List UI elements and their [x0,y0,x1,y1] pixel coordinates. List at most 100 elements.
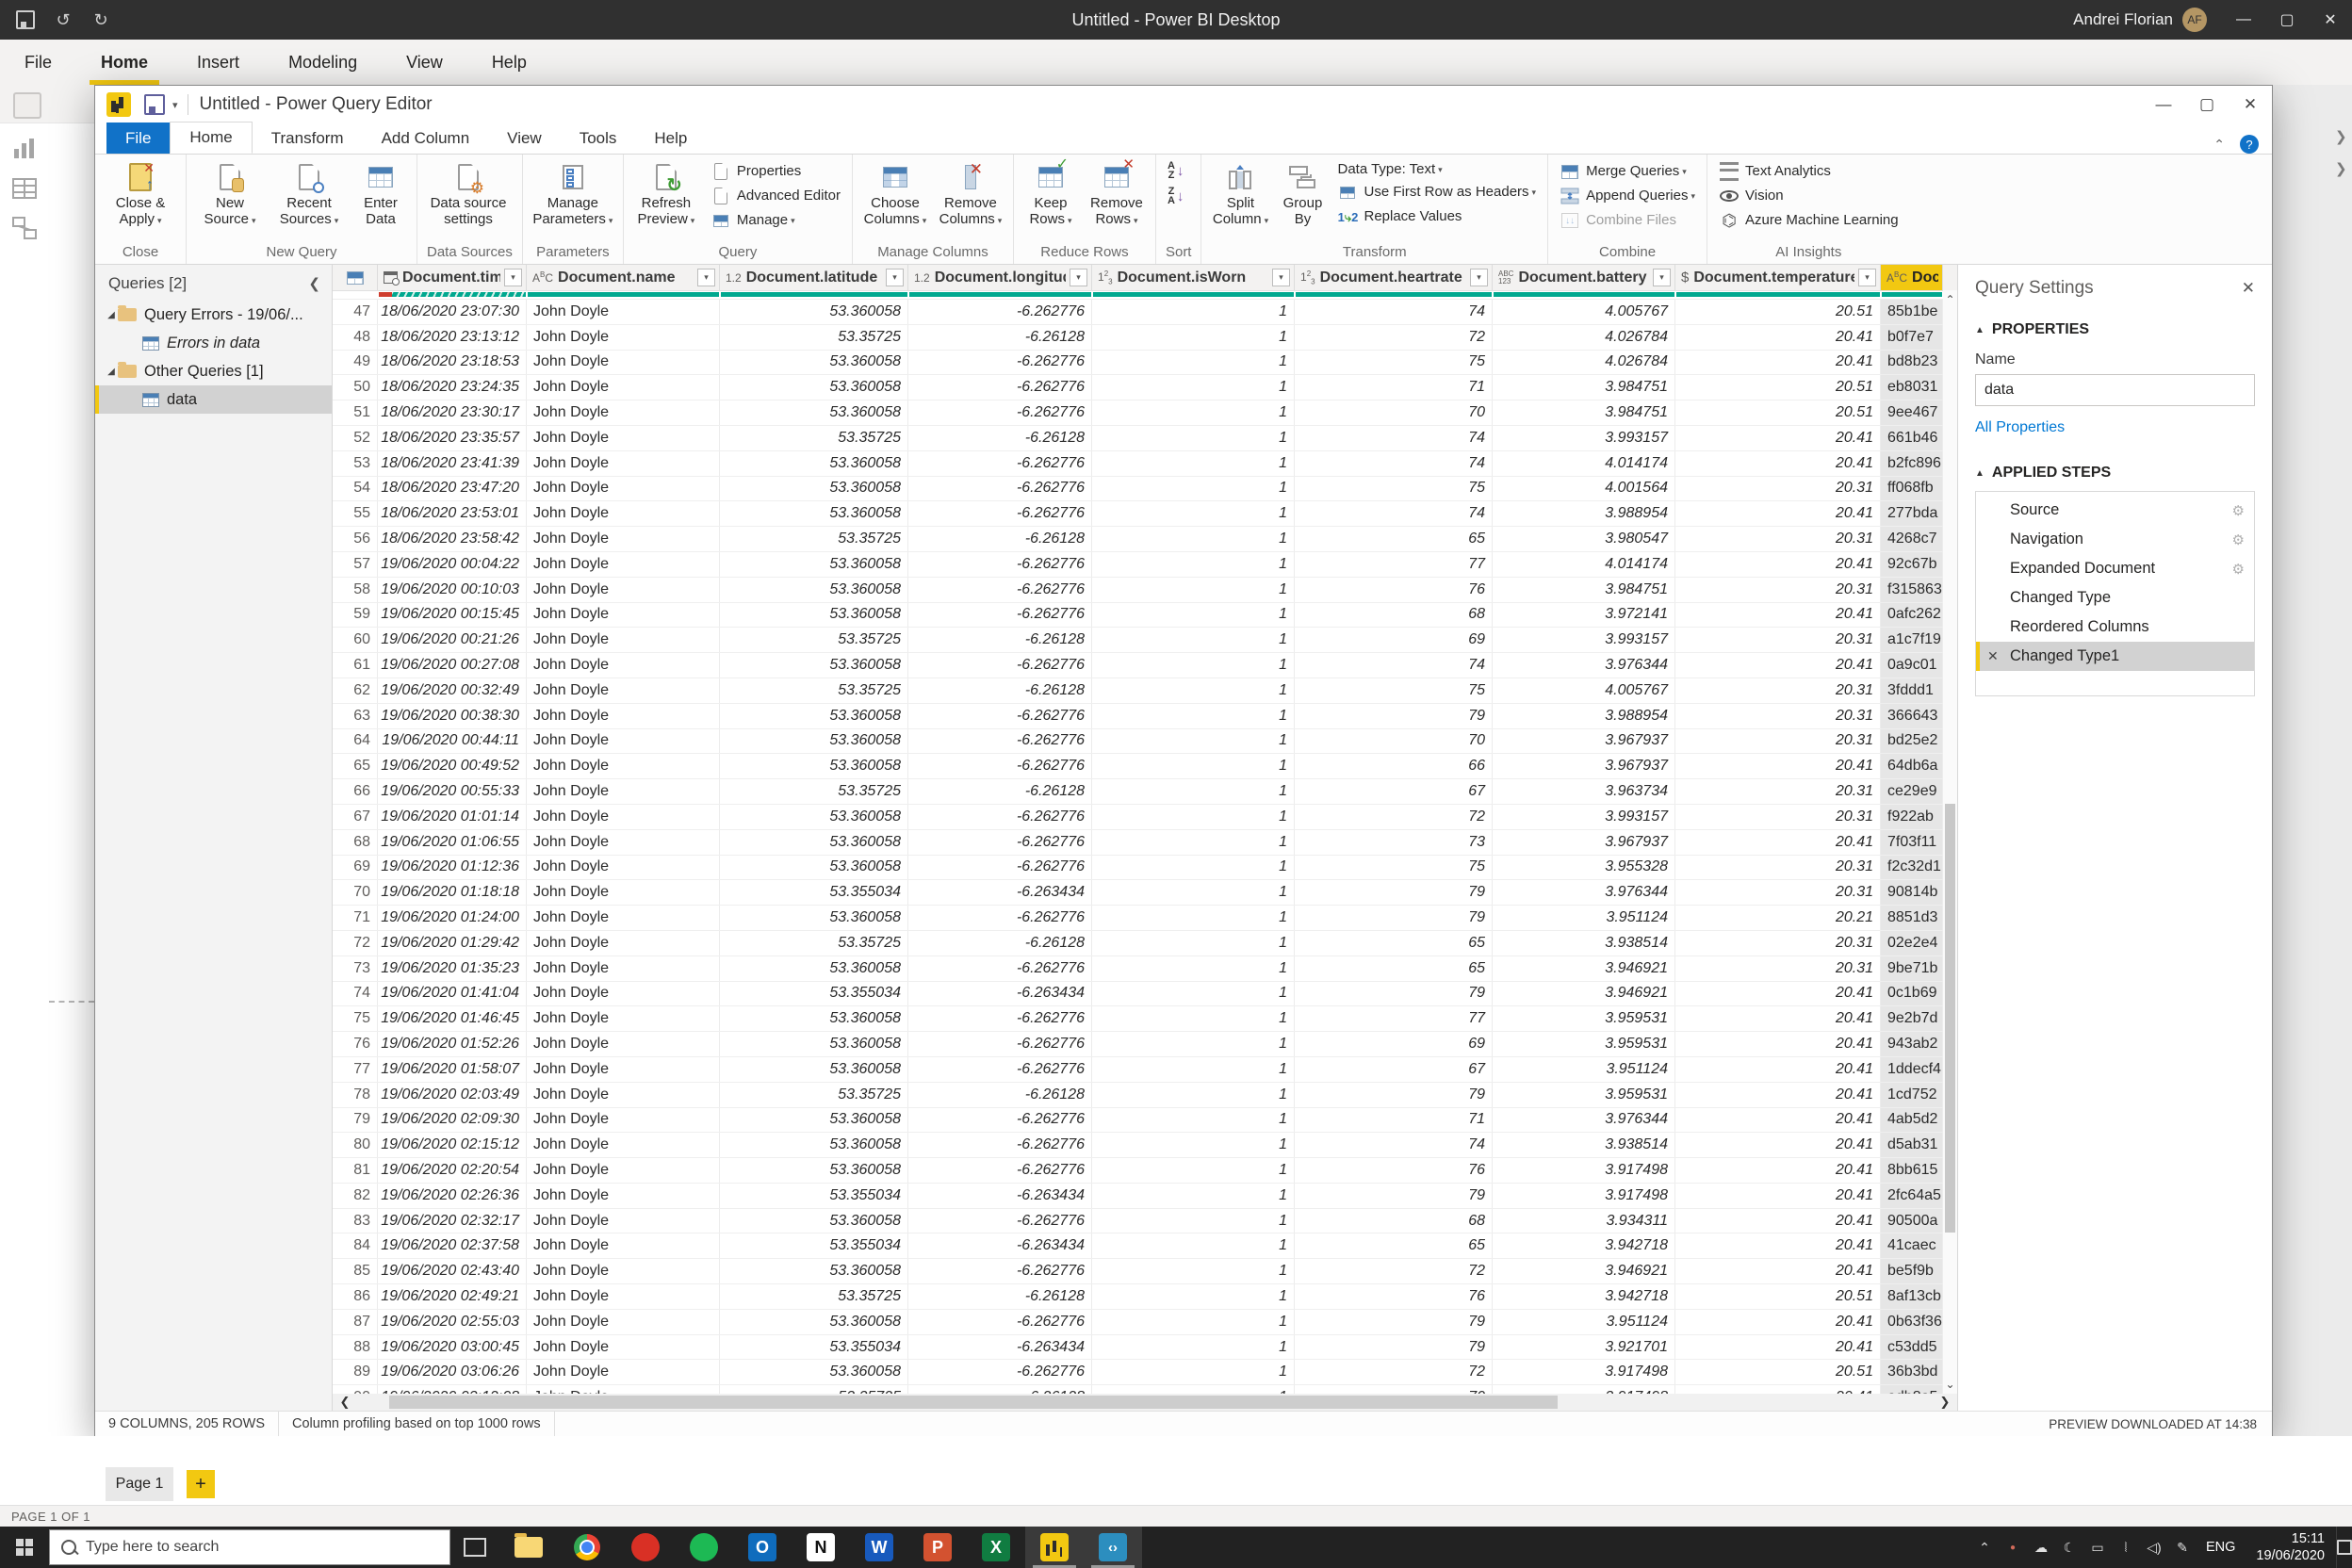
table-cell[interactable]: 76 [1295,578,1493,602]
table-cell[interactable]: -6.26128 [908,527,1092,551]
taskbar-app-excel[interactable]: X [967,1527,1025,1568]
table-cell[interactable]: 53.360058 [720,552,908,577]
table-cell[interactable]: John Doyle [527,1385,720,1394]
table-cell[interactable]: 20.41 [1675,501,1881,526]
menu-help[interactable]: Help [467,40,551,85]
table-cell[interactable]: 20.41 [1675,1233,1881,1258]
table-cell[interactable]: 19/06/2020 01:41:04 [378,982,527,1006]
table-cell[interactable]: 277bda [1881,501,1943,526]
table-cell[interactable]: John Doyle [527,375,720,400]
row-number[interactable]: 82 [333,1184,378,1208]
table-cell[interactable]: 1 [1092,1057,1295,1082]
table-cell[interactable]: 20.31 [1675,477,1881,501]
properties-button[interactable]: Properties [705,160,846,183]
table-cell[interactable]: John Doyle [527,628,720,652]
row-number[interactable]: 53 [333,451,378,476]
replace-values-button[interactable]: 1⤷2 Replace Values [1331,206,1542,229]
table-cell[interactable]: 661b46 [1881,426,1943,450]
table-cell[interactable]: 53.360058 [720,1259,908,1283]
tray-network-icon[interactable]: ⦚ [2112,1527,2140,1568]
taskbar-app-file-explorer[interactable] [499,1527,558,1568]
table-cell[interactable]: d5ab31 [1881,1133,1943,1157]
table-cell[interactable]: 4.014174 [1493,451,1675,476]
table-cell[interactable]: -6.262776 [908,400,1092,425]
table-cell[interactable]: 18/06/2020 23:35:57 [378,426,527,450]
table-cell[interactable]: John Doyle [527,779,720,804]
table-cell[interactable]: 3fddd1 [1881,678,1943,703]
table-cell[interactable]: -6.262776 [908,1006,1092,1031]
table-cell[interactable]: 53.360058 [720,754,908,778]
table-cell[interactable]: 3.938514 [1493,1133,1675,1157]
table-cell[interactable]: 18/06/2020 23:58:42 [378,527,527,551]
table-cell[interactable]: 20.41 [1675,1335,1881,1360]
table-cell[interactable]: -6.26128 [908,426,1092,450]
table-cell[interactable]: -6.262776 [908,1259,1092,1283]
table-cell[interactable]: 1cd752 [1881,1083,1943,1107]
table-cell[interactable]: 8851d3 [1881,906,1943,930]
whole-number-type-icon[interactable]: 123 [1098,270,1113,286]
table-cell[interactable]: 19/06/2020 00:21:26 [378,628,527,652]
table-cell[interactable]: 1 [1092,1259,1295,1283]
table-cell[interactable]: 53.360058 [720,653,908,678]
refresh-preview-button[interactable]: ↻ Refresh Preview▾ [629,158,703,231]
step-settings-gear-icon[interactable]: ⚙ [2232,502,2245,519]
table-cell[interactable]: 1 [1092,982,1295,1006]
table-cell[interactable]: 20.31 [1675,527,1881,551]
table-cell[interactable]: John Doyle [527,830,720,855]
table-cell[interactable]: 19/06/2020 01:35:23 [378,956,527,981]
table-cell[interactable]: -6.262776 [908,477,1092,501]
column-header-Docum[interactable]: ABCDocum [1881,265,1943,290]
menu-modeling[interactable]: Modeling [264,40,382,85]
table-cell[interactable]: 0a9c01 [1881,653,1943,678]
table-cell[interactable]: -6.262776 [908,1209,1092,1233]
table-cell[interactable]: 3.917498 [1493,1360,1675,1384]
taskbar-app-vscode[interactable]: ‹› [1084,1527,1142,1568]
report-view-icon[interactable] [12,138,37,160]
table-cell[interactable]: John Doyle [527,678,720,703]
table-cell[interactable]: 1 [1092,375,1295,400]
row-number[interactable]: 88 [333,1335,378,1360]
table-cell[interactable]: 19/06/2020 01:24:00 [378,906,527,930]
table-cell[interactable]: 3.993157 [1493,805,1675,829]
table-cell[interactable]: -6.262776 [908,578,1092,602]
all-properties-link[interactable]: All Properties [1975,419,2255,436]
table-cell[interactable]: 3.959531 [1493,1032,1675,1056]
table-cell[interactable]: -6.262776 [908,351,1092,375]
table-cell[interactable]: 53.360058 [720,477,908,501]
table-cell[interactable]: 75 [1295,351,1493,375]
table-cell[interactable]: 1 [1092,628,1295,652]
table-cell[interactable]: 1 [1092,1006,1295,1031]
table-cell[interactable]: John Doyle [527,300,720,324]
table-cell[interactable]: 18/06/2020 23:24:35 [378,375,527,400]
filter-dropdown-icon[interactable]: ▾ [1272,269,1290,286]
table-cell[interactable]: John Doyle [527,982,720,1006]
filter-dropdown-icon[interactable]: ▾ [1858,269,1876,286]
pq-minimize-button[interactable]: — [2142,86,2185,123]
remove-rows-button[interactable]: ✕ Remove Rows▾ [1084,158,1150,231]
table-cell[interactable]: 90814b [1881,880,1943,905]
table-cell[interactable]: 65 [1295,956,1493,981]
query-group-item[interactable]: ◢Query Errors - 19/06/... [95,301,332,329]
table-cell[interactable]: -6.262776 [908,805,1092,829]
table-cell[interactable]: John Doyle [527,1133,720,1157]
table-cell[interactable]: -6.262776 [908,1310,1092,1334]
table-cell[interactable]: 1 [1092,603,1295,628]
row-number[interactable]: 68 [333,830,378,855]
enter-data-button[interactable]: Enter Data [351,158,411,231]
table-cell[interactable]: 20.41 [1675,1133,1881,1157]
row-number[interactable]: 58 [333,578,378,602]
table-cell[interactable]: John Doyle [527,1032,720,1056]
table-cell[interactable]: 02e2e4 [1881,931,1943,956]
menu-home[interactable]: Home [76,40,172,85]
table-cell[interactable]: John Doyle [527,880,720,905]
column-header-Document.name[interactable]: ABCDocument.name▾ [527,265,720,290]
row-number[interactable]: 65 [333,754,378,778]
table-cell[interactable]: 19/06/2020 02:26:36 [378,1184,527,1208]
table-cell[interactable]: 3.946921 [1493,1259,1675,1283]
table-cell[interactable]: 20.41 [1675,1385,1881,1394]
table-cell[interactable]: 79 [1295,906,1493,930]
delete-step-icon[interactable]: ✕ [1987,648,1999,664]
table-cell[interactable]: 3.967937 [1493,754,1675,778]
table-cell[interactable]: 19/06/2020 02:20:54 [378,1158,527,1183]
table-cell[interactable]: -6.26128 [908,628,1092,652]
